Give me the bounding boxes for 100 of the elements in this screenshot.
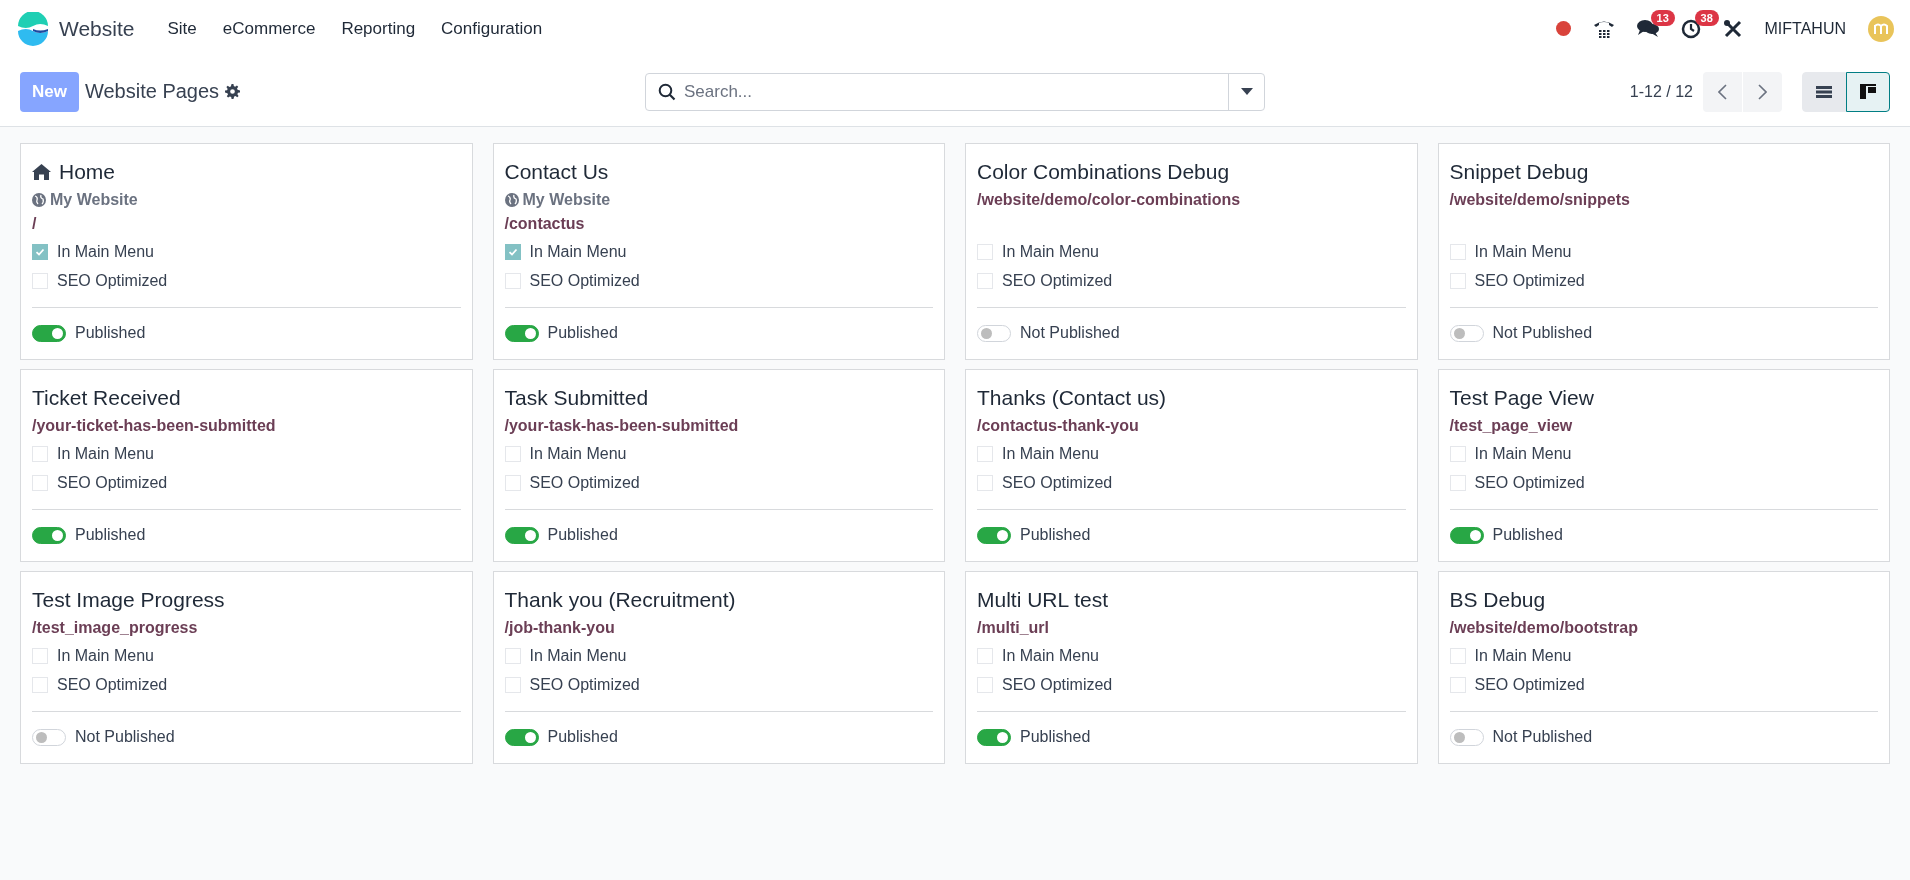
page-card[interactable]: Test Image Progress /test_image_progress In Main Menu SEO Optimized Not Published [20, 571, 473, 764]
checkbox[interactable] [504, 243, 521, 260]
checkbox-label: SEO Optimized [57, 473, 168, 492]
menu-item[interactable]: Site [154, 18, 210, 39]
page-title: Thank you (Recruitment) [504, 588, 736, 612]
page-url[interactable]: /website/demo/snippets [1449, 191, 1630, 209]
checkbox[interactable] [32, 243, 48, 260]
menu-item[interactable]: eCommerce [209, 18, 329, 39]
page-card[interactable]: Ticket Received /your-ticket-has-been-submitted In Main Menu SEO Optimized Published [20, 369, 473, 562]
checkbox-label: SEO Optimized [1002, 271, 1113, 290]
user-name[interactable]: MIFTAHUN [1764, 19, 1846, 38]
checkmark-icon [507, 246, 518, 257]
checkbox-label: In Main Menu [1474, 646, 1572, 665]
checkbox-label: In Main Menu [529, 242, 627, 261]
menu-item[interactable]: Reporting [328, 18, 429, 39]
page-card[interactable]: Snippet Debug /website/demo/snippets In Main Menu SEO Optimized Not Published [1437, 143, 1890, 360]
chevron-right-icon [1758, 83, 1767, 100]
page-card[interactable]: BS Debug /website/demo/bootstrap In Main Menu SEO Optimized Not Published [1437, 571, 1890, 764]
publish-status: Published [75, 324, 146, 342]
page-url[interactable]: /contactus-thank-you [977, 417, 1139, 435]
publish-toggle[interactable] [32, 324, 66, 342]
previous-button[interactable] [1703, 71, 1742, 112]
page-title: BS Debug [1449, 588, 1546, 612]
checkbox-label: SEO Optimized [529, 675, 640, 694]
page-title: Thanks (Contact us) [977, 386, 1167, 410]
checkbox-label: SEO Optimized [57, 675, 168, 694]
publish-status: Not Published [1492, 728, 1593, 746]
page-url[interactable]: /contactus [504, 215, 585, 233]
clock-icon[interactable] [1680, 18, 1701, 39]
publish-toggle[interactable] [1449, 526, 1484, 544]
publish-toggle[interactable] [977, 728, 1011, 746]
page-url[interactable]: /test_page_view [1449, 417, 1573, 435]
page-card[interactable]: Color Combinations Debug /website/demo/color-combinations In Main Menu SEO Optimized Not Published [965, 143, 1418, 360]
publish-toggle[interactable] [504, 526, 539, 544]
page-url[interactable]: / [32, 215, 37, 233]
chat-icon[interactable] [1636, 19, 1659, 38]
checkbox-label: SEO Optimized [529, 473, 640, 492]
app-logo[interactable] [16, 11, 50, 46]
publish-toggle[interactable] [504, 728, 539, 746]
page-title: Test Page View [1449, 386, 1594, 410]
caret-icon [1240, 88, 1253, 95]
pager-value[interactable]: 1-12 / 12 [1629, 82, 1693, 101]
page-card[interactable]: Contact Us My Website /contactus In Main Menu SEO Optimized Published [492, 143, 945, 360]
checkbox-label: In Main Menu [1474, 242, 1572, 261]
publish-status: Published [1020, 728, 1091, 746]
publish-toggle[interactable] [977, 526, 1011, 544]
publish-status: Not Published [1020, 324, 1120, 342]
page-url[interactable]: /your-ticket-has-been-submitted [32, 417, 276, 435]
publish-status: Published [1020, 526, 1091, 544]
page-card[interactable]: Thank you (Recruitment) /job-thank-you In Main Menu SEO Optimized Published [492, 571, 945, 764]
page-card[interactable]: Thanks (Contact us) /contactus-thank-you In Main Menu SEO Optimized Published [965, 369, 1418, 562]
publish-status: Not Published [1492, 324, 1593, 342]
page-card[interactable]: Multi URL test /multi_url In Main Menu SEO Optimized Published [965, 571, 1418, 764]
page-card[interactable]: Home My Website / In Main Menu SEO Optimized Published [20, 143, 473, 360]
website-name: My Website [50, 191, 138, 209]
app-name[interactable]: Website [59, 16, 135, 41]
page-url[interactable]: /website/demo/color-combinations [977, 191, 1241, 209]
view-switch-button[interactable] [1846, 71, 1890, 112]
page-title: Ticket Received [32, 386, 181, 410]
publish-toggle[interactable] [504, 324, 539, 342]
search-input[interactable]: Search... [676, 81, 1228, 102]
checkbox-label: SEO Optimized [1474, 473, 1585, 492]
status-dot-icon [1555, 21, 1571, 36]
publish-status: Published [547, 526, 618, 544]
globe-icon [504, 193, 519, 207]
page-title: Multi URL test [977, 588, 1109, 612]
avatar-icon[interactable] [1868, 15, 1894, 42]
checkbox-label: SEO Optimized [1474, 675, 1585, 694]
page-url[interactable]: /test_image_progress [32, 619, 198, 637]
page-url[interactable]: /multi_url [977, 619, 1049, 637]
page-url[interactable]: /website/demo/bootstrap [1449, 619, 1638, 637]
message-count-badge: 13 [1650, 10, 1675, 26]
checkbox-label: In Main Menu [1002, 444, 1099, 463]
globe-icon [32, 193, 46, 207]
page-card[interactable]: Task Submitted /your-task-has-been-submitted In Main Menu SEO Optimized Published [492, 369, 945, 562]
publish-toggle[interactable] [32, 526, 66, 544]
page-url[interactable]: /job-thank-you [504, 619, 615, 637]
checkmark-icon [35, 246, 45, 257]
next-button[interactable] [1743, 71, 1782, 112]
tools-icon[interactable] [1722, 18, 1743, 39]
website-name: My Website [522, 191, 611, 209]
page-title: Contact Us [504, 160, 609, 184]
checkbox-label: SEO Optimized [1002, 473, 1113, 492]
checkbox-label: SEO Optimized [1474, 271, 1585, 290]
page-url[interactable]: /your-task-has-been-submitted [504, 417, 739, 435]
page-title: Task Submitted [504, 386, 649, 410]
search-icon [658, 82, 676, 101]
page-title: Home [59, 160, 116, 184]
activity-count-badge: 38 [1694, 9, 1719, 26]
checkbox-label: In Main Menu [57, 646, 154, 665]
menu-item[interactable]: Configuration [428, 18, 556, 39]
list-view-icon [1816, 85, 1832, 98]
search-bar[interactable]: Search... [645, 72, 1265, 111]
settings-icon[interactable] [225, 84, 241, 99]
checkbox-label: In Main Menu [57, 444, 154, 463]
publish-status: Published [547, 324, 618, 342]
page-card[interactable]: Test Page View /test_page_view In Main Menu SEO Optimized Published [1437, 369, 1890, 562]
publish-status: Published [547, 728, 618, 746]
chevron-left-icon [1718, 83, 1727, 100]
page-title: Snippet Debug [1449, 160, 1589, 184]
